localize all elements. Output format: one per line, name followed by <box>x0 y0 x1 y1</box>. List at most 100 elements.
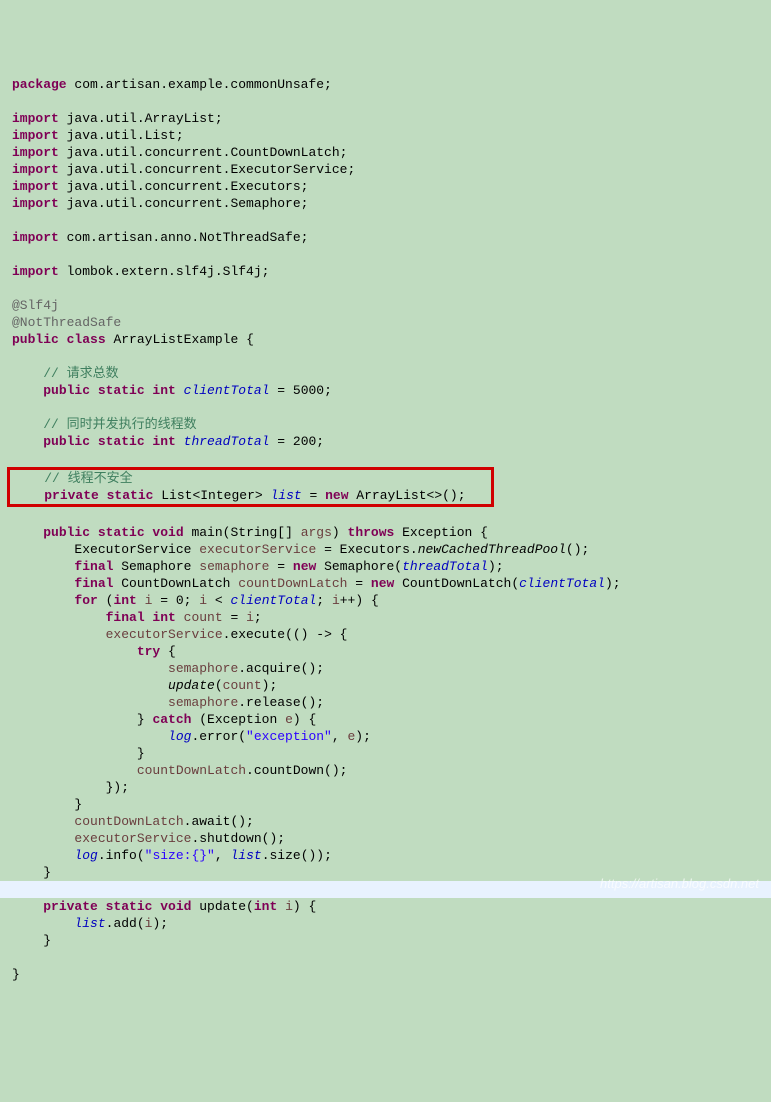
import-name: java.util.ArrayList; <box>59 111 223 126</box>
code: = <box>223 610 246 625</box>
class-close: } <box>12 967 20 982</box>
import-name: com.artisan.anno.NotThreadSafe; <box>59 230 309 245</box>
param-i: i <box>285 899 293 914</box>
code: ); <box>262 678 278 693</box>
code: ; <box>316 593 332 608</box>
code: CountDownLatch( <box>394 576 519 591</box>
code: (Exception <box>191 712 285 727</box>
code: < <box>207 593 230 608</box>
code: Semaphore <box>113 559 199 574</box>
field-val: = 200; <box>269 434 324 449</box>
space <box>277 899 285 914</box>
code: .add( <box>106 916 145 931</box>
code: } <box>12 797 82 812</box>
method-mods: public static void <box>43 525 183 540</box>
code <box>12 831 74 846</box>
kw-import: import <box>12 128 59 143</box>
code <box>12 661 168 676</box>
code <box>12 678 168 693</box>
local-i: i <box>332 593 340 608</box>
string: "exception" <box>246 729 332 744</box>
field-list: list <box>270 488 301 503</box>
code: .execute(() -> { <box>223 627 348 642</box>
code <box>12 593 74 608</box>
code: Semaphore( <box>316 559 402 574</box>
comment: // 线程不安全 <box>44 471 132 486</box>
kw-new: new <box>371 576 394 591</box>
code: ExecutorService <box>12 542 199 557</box>
code: ) { <box>293 899 316 914</box>
field-ref: threadTotal <box>402 559 488 574</box>
code <box>12 729 168 744</box>
code: = <box>347 576 370 591</box>
code: .shutdown(); <box>191 831 285 846</box>
field-list: list <box>230 848 261 863</box>
local-count: count <box>223 678 262 693</box>
code: CountDownLatch <box>113 576 238 591</box>
kw-import: import <box>12 162 59 177</box>
code <box>12 576 74 591</box>
code <box>12 610 106 625</box>
kw-int: int <box>254 899 277 914</box>
method-name: update( <box>191 899 253 914</box>
local-count: count <box>184 610 223 625</box>
kw-import: import <box>12 230 59 245</box>
import-name: java.util.concurrent.ExecutorService; <box>59 162 355 177</box>
kw-import: import <box>12 145 59 160</box>
local-sem: semaphore <box>168 695 238 710</box>
local-latch: countDownLatch <box>74 814 183 829</box>
kw-final-int: final int <box>106 610 184 625</box>
method-name: main(String[] <box>184 525 301 540</box>
kw-final: final <box>74 559 113 574</box>
code: .await(); <box>184 814 254 829</box>
code: ); <box>355 729 371 744</box>
code: = <box>269 559 292 574</box>
param-i: i <box>145 916 153 931</box>
field-threadtotal: threadTotal <box>184 434 270 449</box>
code <box>12 644 137 659</box>
code <box>12 559 74 574</box>
param-args: args <box>301 525 332 540</box>
call-update: update <box>168 678 215 693</box>
code: ++) { <box>340 593 379 608</box>
code: = 0; <box>152 593 199 608</box>
code: }); <box>12 780 129 795</box>
kw-new: new <box>293 559 316 574</box>
local-e: e <box>285 712 293 727</box>
kw-import: import <box>12 264 59 279</box>
paren: ) <box>332 525 348 540</box>
kw-import: import <box>12 111 59 126</box>
code: } <box>12 933 51 948</box>
watermark: https://artisan.blog.csdn.net <box>600 875 759 892</box>
local-sem: semaphore <box>199 559 269 574</box>
code: } <box>12 746 145 761</box>
field-val: = 5000; <box>269 383 331 398</box>
kw-int: int <box>113 593 136 608</box>
code: .error( <box>191 729 246 744</box>
code: .info( <box>98 848 145 863</box>
local-latch: countDownLatch <box>238 576 347 591</box>
class-name: ArrayListExample { <box>106 332 254 347</box>
code: { <box>160 644 176 659</box>
code <box>12 916 74 931</box>
pkg-name: com.artisan.example.commonUnsafe; <box>67 77 332 92</box>
code <box>12 627 106 642</box>
field-mods: public static int <box>43 434 183 449</box>
code <box>12 695 168 710</box>
code: } <box>12 712 152 727</box>
field-init: ArrayList<>(); <box>349 488 466 503</box>
field-ref: clientTotal <box>519 576 605 591</box>
kw-throws: throws <box>348 525 395 540</box>
code: .size()); <box>262 848 332 863</box>
code: ( <box>98 593 114 608</box>
static-call: newCachedThreadPool <box>418 542 566 557</box>
highlighted-code-box: // 线程不安全 private static List<Integer> li… <box>7 467 494 507</box>
code: ) { <box>293 712 316 727</box>
import-name: java.util.concurrent.Semaphore; <box>59 196 309 211</box>
field-ref: clientTotal <box>231 593 317 608</box>
code: , <box>332 729 348 744</box>
eq: = <box>302 488 325 503</box>
import-name: lombok.extern.slf4j.Slf4j; <box>59 264 270 279</box>
code: .countDown(); <box>246 763 347 778</box>
code <box>12 848 74 863</box>
